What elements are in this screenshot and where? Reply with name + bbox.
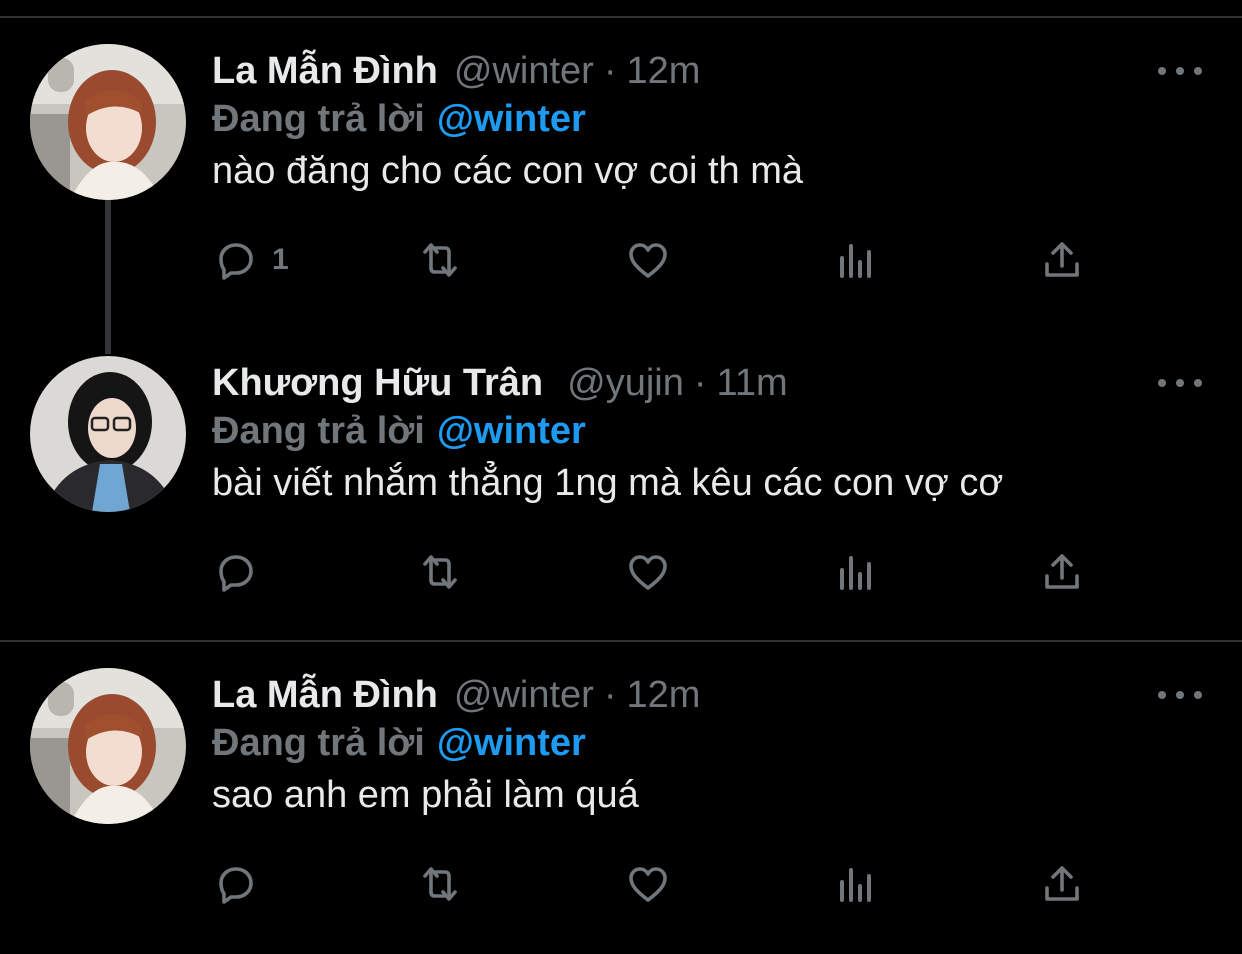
like-button[interactable] [624, 236, 672, 284]
retweet-button[interactable] [416, 548, 464, 596]
reply-icon [219, 867, 253, 904]
user-handle[interactable]: @winter [454, 674, 594, 717]
avatar-winter[interactable] [30, 668, 186, 824]
tweet-actions: 1 [212, 236, 1092, 286]
display-name[interactable]: Khương Hữu Trân [212, 362, 543, 405]
top-divider [0, 16, 1242, 18]
tweet-header: Khương Hữu Trân @yujin · 11m [212, 358, 788, 408]
like-icon [629, 555, 667, 590]
analytics-icon [840, 244, 871, 278]
reply-button[interactable] [212, 548, 272, 596]
thread-divider [0, 640, 1242, 642]
replying-to: Đang trả lời @winter [212, 410, 586, 453]
separator-dot: · [603, 673, 617, 716]
thread-connector-line [105, 200, 111, 354]
reply-button[interactable] [212, 860, 272, 908]
avatar-yujin[interactable] [30, 356, 186, 512]
replying-to-handle[interactable]: @winter [437, 98, 586, 140]
tweet-header: La Mẫn Đình @winter · 12m [212, 670, 700, 720]
timestamp[interactable]: 12m [627, 50, 701, 93]
more-options-icon[interactable] [1158, 368, 1202, 398]
separator-dot: · [603, 49, 617, 92]
separator-dot: · [693, 361, 707, 404]
timestamp[interactable]: 12m [627, 674, 701, 717]
share-icon [1045, 554, 1079, 589]
analytics-button[interactable] [832, 548, 880, 596]
share-icon [1045, 242, 1079, 277]
retweet-button[interactable] [416, 236, 464, 284]
replying-to-label: Đang trả lời [212, 98, 425, 140]
reply-icon [219, 243, 253, 280]
retweet-button[interactable] [416, 860, 464, 908]
replying-to-handle[interactable]: @winter [437, 410, 586, 452]
tweet-text: nào đăng cho các con vợ coi th mà [212, 150, 804, 192]
more-options-icon[interactable] [1158, 56, 1202, 86]
replying-to-handle[interactable]: @winter [437, 722, 586, 764]
tweet-text: bài viết nhắm thẳng 1ng mà kêu các con v… [212, 462, 1004, 504]
share-button[interactable] [1038, 236, 1086, 284]
analytics-icon [840, 556, 871, 590]
reply-icon [219, 555, 253, 592]
like-icon [629, 867, 667, 902]
like-button[interactable] [624, 548, 672, 596]
reply-count: 1 [272, 243, 289, 276]
more-options-icon[interactable] [1158, 680, 1202, 710]
retweet-icon [423, 243, 457, 277]
user-handle[interactable]: @yujin [567, 362, 684, 405]
like-icon [629, 243, 667, 278]
tweet-header: La Mẫn Đình @winter · 12m [212, 46, 700, 96]
analytics-button[interactable] [832, 860, 880, 908]
replying-to: Đang trả lời @winter [212, 98, 586, 141]
share-button[interactable] [1038, 548, 1086, 596]
retweet-icon [423, 867, 457, 901]
share-button[interactable] [1038, 860, 1086, 908]
share-icon [1045, 866, 1079, 901]
tweet-actions [212, 548, 1092, 598]
replying-to: Đang trả lời @winter [212, 722, 586, 765]
avatar-winter[interactable] [30, 44, 186, 200]
display-name[interactable]: La Mẫn Đình [212, 674, 438, 717]
user-handle[interactable]: @winter [454, 50, 594, 93]
retweet-icon [423, 555, 457, 589]
tweet-text: sao anh em phải làm quá [212, 774, 639, 816]
timestamp[interactable]: 11m [717, 362, 788, 405]
display-name[interactable]: La Mẫn Đình [212, 50, 438, 93]
replying-to-label: Đang trả lời [212, 410, 425, 452]
reply-button[interactable]: 1 [212, 236, 289, 284]
like-button[interactable] [624, 860, 672, 908]
analytics-button[interactable] [832, 236, 880, 284]
analytics-icon [840, 868, 871, 902]
tweet-actions [212, 860, 1092, 910]
replying-to-label: Đang trả lời [212, 722, 425, 764]
